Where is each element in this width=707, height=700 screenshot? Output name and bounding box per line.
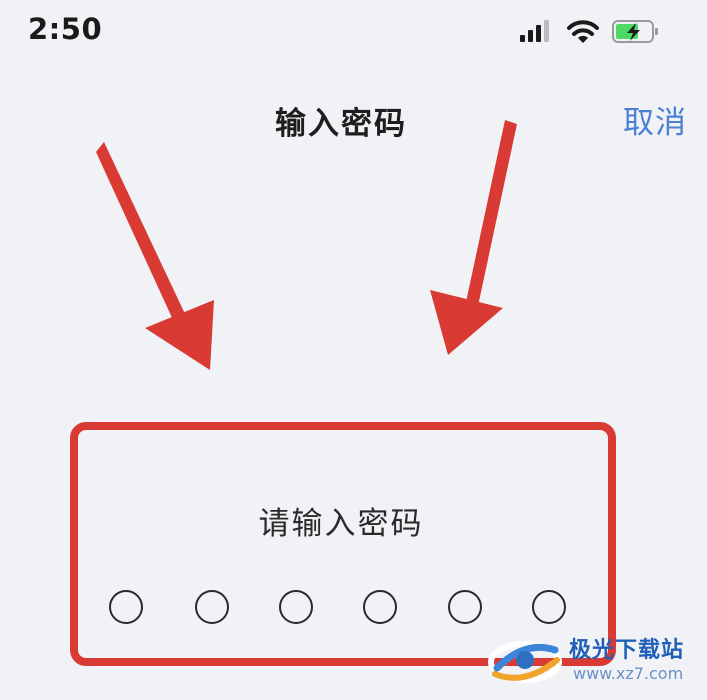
status-icons (520, 20, 658, 43)
watermark-logo-icon (488, 641, 562, 683)
page-title: 输入密码 (275, 106, 407, 142)
cellular-signal-icon (520, 20, 549, 42)
password-digit-4 (363, 590, 397, 624)
wifi-icon (567, 20, 599, 43)
watermark-url: www.xz7.com (573, 664, 684, 683)
annotation-arrow-left (96, 142, 214, 370)
password-digit-2 (195, 590, 229, 624)
cancel-button[interactable]: 取消 (623, 97, 687, 142)
password-digit-1 (109, 590, 143, 624)
annotation-arrow-right (430, 120, 517, 355)
password-entry-screen: 2:50 输入密码 取消 请输入密码 极光下载站 www.xz7.com (0, 0, 707, 700)
status-time: 2:50 (28, 12, 103, 46)
password-prompt-label: 请输入密码 (258, 506, 424, 542)
battery-charging-icon (612, 20, 658, 43)
watermark: 极光下载站 www.xz7.com (485, 626, 695, 692)
watermark-name: 极光下载站 (569, 638, 685, 663)
password-digit-3 (279, 590, 313, 624)
password-digit-6 (532, 590, 566, 624)
password-input[interactable] (109, 590, 579, 630)
password-digit-5 (448, 590, 482, 624)
